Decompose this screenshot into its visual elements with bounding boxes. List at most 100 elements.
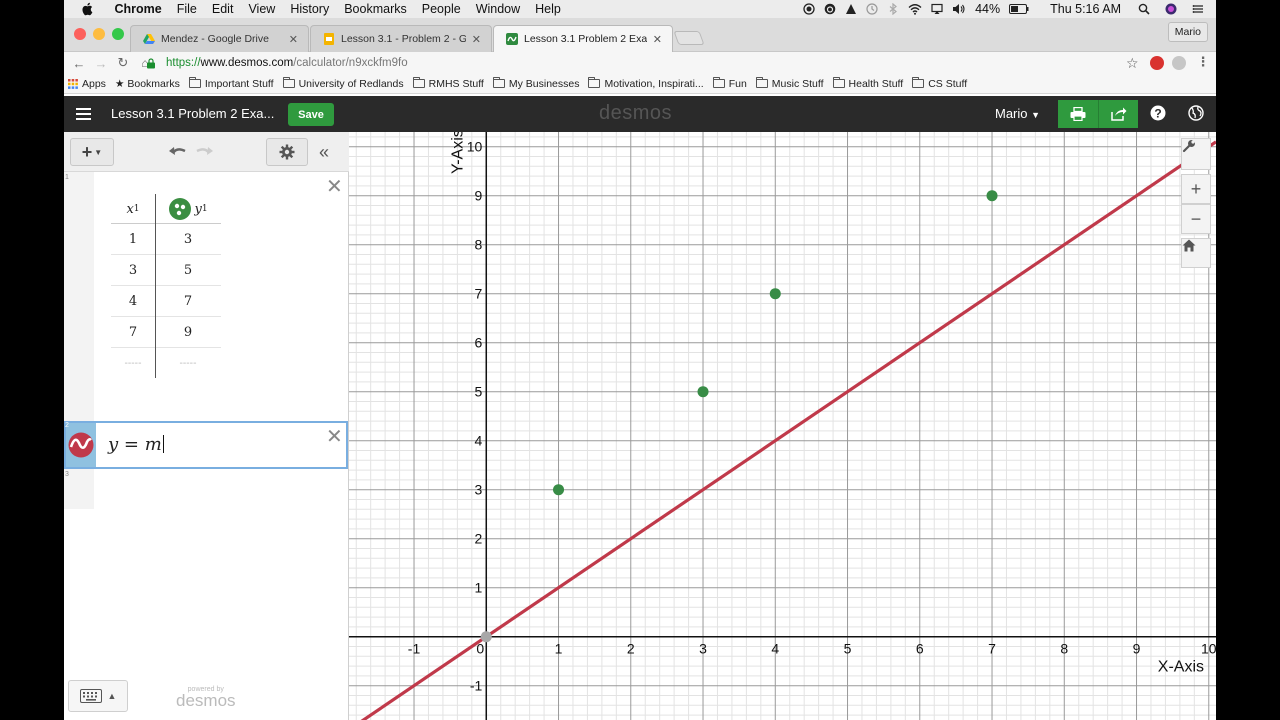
menu-window[interactable]: Window [468,2,527,16]
time-machine-icon[interactable] [866,3,878,15]
data-point [697,386,709,398]
bookmark-folder[interactable]: Motivation, Inspirati... [588,77,704,90]
default-viewport-button[interactable] [1181,238,1211,268]
settings-button[interactable] [266,138,308,166]
table-cell[interactable]: 5 [155,255,221,285]
profile-button[interactable]: Mario [1167,22,1208,42]
x-tick-label: 10 [1201,641,1216,657]
forward-icon[interactable]: → [90,56,112,71]
bookmark-bookmarks[interactable]: ★ Bookmarks [115,78,180,90]
bookmark-star-icon[interactable]: ☆ [1126,55,1139,72]
table-cell[interactable]: 3 [111,255,155,285]
creative-cloud-icon[interactable] [824,3,836,15]
tab-google-slides[interactable]: Lesson 3.1 - Problem 2 - Goog ✕ [310,25,492,52]
battery-icon[interactable] [1009,4,1029,14]
bookmark-folder[interactable]: Music Stuff [755,77,824,90]
points-style-icon[interactable] [168,197,192,221]
bookmark-folder[interactable]: RMHS Stuff [412,77,484,90]
battery-percent: 44% [975,2,1001,16]
apple-icon[interactable] [81,2,95,16]
menu-help[interactable]: Help [528,2,569,16]
zoom-in-button[interactable]: + [1181,174,1211,204]
y-tick-label: 3 [474,482,482,498]
back-icon[interactable]: ← [68,56,90,71]
menu-history[interactable]: History [283,2,337,16]
tab-desmos[interactable]: Lesson 3.1 Problem 2 Example ✕ [493,25,673,52]
menu-view[interactable]: View [241,2,283,16]
graph-paper[interactable]: -1 0 1 2 3 4 5 6 7 8 9 10 -1 1 2 3 4 5 6 7 8 9 10 X-Axis Y-Axi… [349,132,1216,720]
table-cell[interactable]: 3 [155,224,221,254]
clock[interactable]: Thu 5:16 AM [1050,2,1121,16]
airplay-icon[interactable] [931,3,943,15]
url-bar[interactable]: https://www.desmos.com/calculator/n9xckf… [146,53,1146,73]
bookmark-folder[interactable]: Important Stuff [188,77,274,90]
undo-icon[interactable] [168,144,188,160]
close-tab-icon[interactable]: ✕ [653,33,662,46]
collapse-list-icon[interactable]: « [319,142,329,163]
empty-expression-row[interactable] [94,469,348,509]
graph-style-button[interactable] [66,423,96,467]
spotlight-search-icon[interactable] [1138,3,1150,15]
table-header-x[interactable]: x1 [111,194,155,224]
close-tab-icon[interactable]: ✕ [289,33,298,46]
hamburger-menu-icon[interactable] [76,108,91,120]
bookmark-folder[interactable]: CS Stuff [912,77,967,90]
y-tick-label: 9 [474,188,482,204]
expression-row-2[interactable]: y = m ✕ [64,421,348,469]
tab-google-drive[interactable]: Mendez - Google Drive ✕ [130,25,309,52]
menu-app-chrome[interactable]: Chrome [107,2,169,16]
bookmark-folder[interactable]: My Businesses [492,77,579,90]
table-cell-placeholder[interactable]: ----- [111,348,155,378]
redo-icon[interactable] [194,144,214,160]
table-cell[interactable]: 1 [111,224,155,254]
zoom-window-button[interactable] [112,28,124,40]
menu-edit[interactable]: Edit [204,2,241,16]
siri-icon[interactable] [1165,3,1177,15]
table-cell[interactable]: 9 [155,317,221,347]
table-cell[interactable]: 7 [155,286,221,316]
menu-people[interactable]: People [414,2,468,16]
keypad-toggle-button[interactable]: ▲ [68,680,128,712]
menu-file[interactable]: File [169,2,204,16]
graph-settings-button[interactable] [1181,138,1211,170]
graph-title[interactable]: Lesson 3.1 Problem 2 Exa... [111,106,274,121]
table-cell[interactable]: 4 [111,286,155,316]
delete-table-icon[interactable]: ✕ [326,174,343,199]
record-icon[interactable] [803,3,815,15]
help-icon[interactable]: ? [1150,105,1166,121]
data-table[interactable]: x1 y1 1 3 3 5 4 7 7 9 ----- ----- [111,194,221,378]
extension-icon[interactable] [1172,56,1186,70]
close-tab-icon[interactable]: ✕ [472,33,481,46]
bookmark-apps[interactable]: Apps [68,78,106,90]
chrome-menu-icon[interactable]: ⋮ [1192,54,1214,70]
table-header-y[interactable]: y1 [155,194,221,224]
delete-expression-icon[interactable]: ✕ [326,424,343,449]
bookmark-folder[interactable]: Health Stuff [832,77,903,90]
print-button[interactable] [1058,100,1098,128]
close-window-button[interactable] [74,28,86,40]
notification-center-icon[interactable] [1192,3,1204,15]
add-item-button[interactable]: + ▼ [70,138,114,166]
bluetooth-icon[interactable] [887,3,899,15]
minimize-window-button[interactable] [93,28,105,40]
bookmark-folder[interactable]: University of Redlands [282,77,404,90]
volume-icon[interactable] [952,3,966,15]
menu-bookmarks[interactable]: Bookmarks [337,2,415,16]
globe-icon[interactable] [1188,105,1204,121]
vpn-icon[interactable] [845,3,857,15]
save-button[interactable]: Save [288,103,334,126]
table-cell[interactable]: 7 [111,317,155,347]
share-button[interactable] [1098,100,1138,128]
table-cell-placeholder[interactable]: ----- [155,348,221,378]
tab-title: Lesson 3.1 Problem 2 Example [524,33,647,45]
zoom-out-button[interactable]: − [1181,204,1211,234]
bookmark-folder[interactable]: Fun [712,77,747,90]
adblock-icon[interactable] [1150,56,1164,70]
reload-icon[interactable]: ↻ [112,55,134,71]
math-input[interactable]: y = m [108,434,164,455]
user-menu[interactable]: Mario ▼ [995,106,1040,121]
graph-canvas[interactable]: -1 0 1 2 3 4 5 6 7 8 9 10-112345678910 X-Axis Y-Axi… [349,132,1216,720]
wifi-icon[interactable] [908,3,922,15]
x-tick-label: 3 [699,641,707,657]
new-tab-button[interactable] [673,31,705,45]
